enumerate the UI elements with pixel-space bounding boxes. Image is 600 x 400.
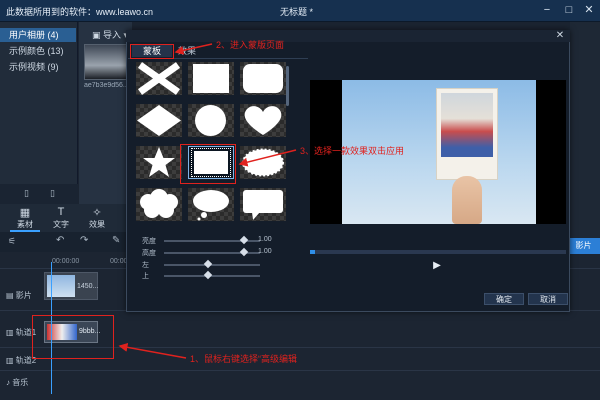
annotation-arrow-step2 (174, 43, 213, 55)
annotation-arrows (118, 43, 297, 359)
annotation-arrow-step1 (118, 342, 187, 359)
annotation-step2: 2、进入蒙版页面 (216, 40, 285, 50)
annotation-arrow-step3 (238, 149, 297, 167)
annotation-step3: 3、选择一款效果双击应用 (300, 146, 405, 156)
annotation-step1: 1、鼠标右键选择“高级编辑 (190, 354, 298, 364)
